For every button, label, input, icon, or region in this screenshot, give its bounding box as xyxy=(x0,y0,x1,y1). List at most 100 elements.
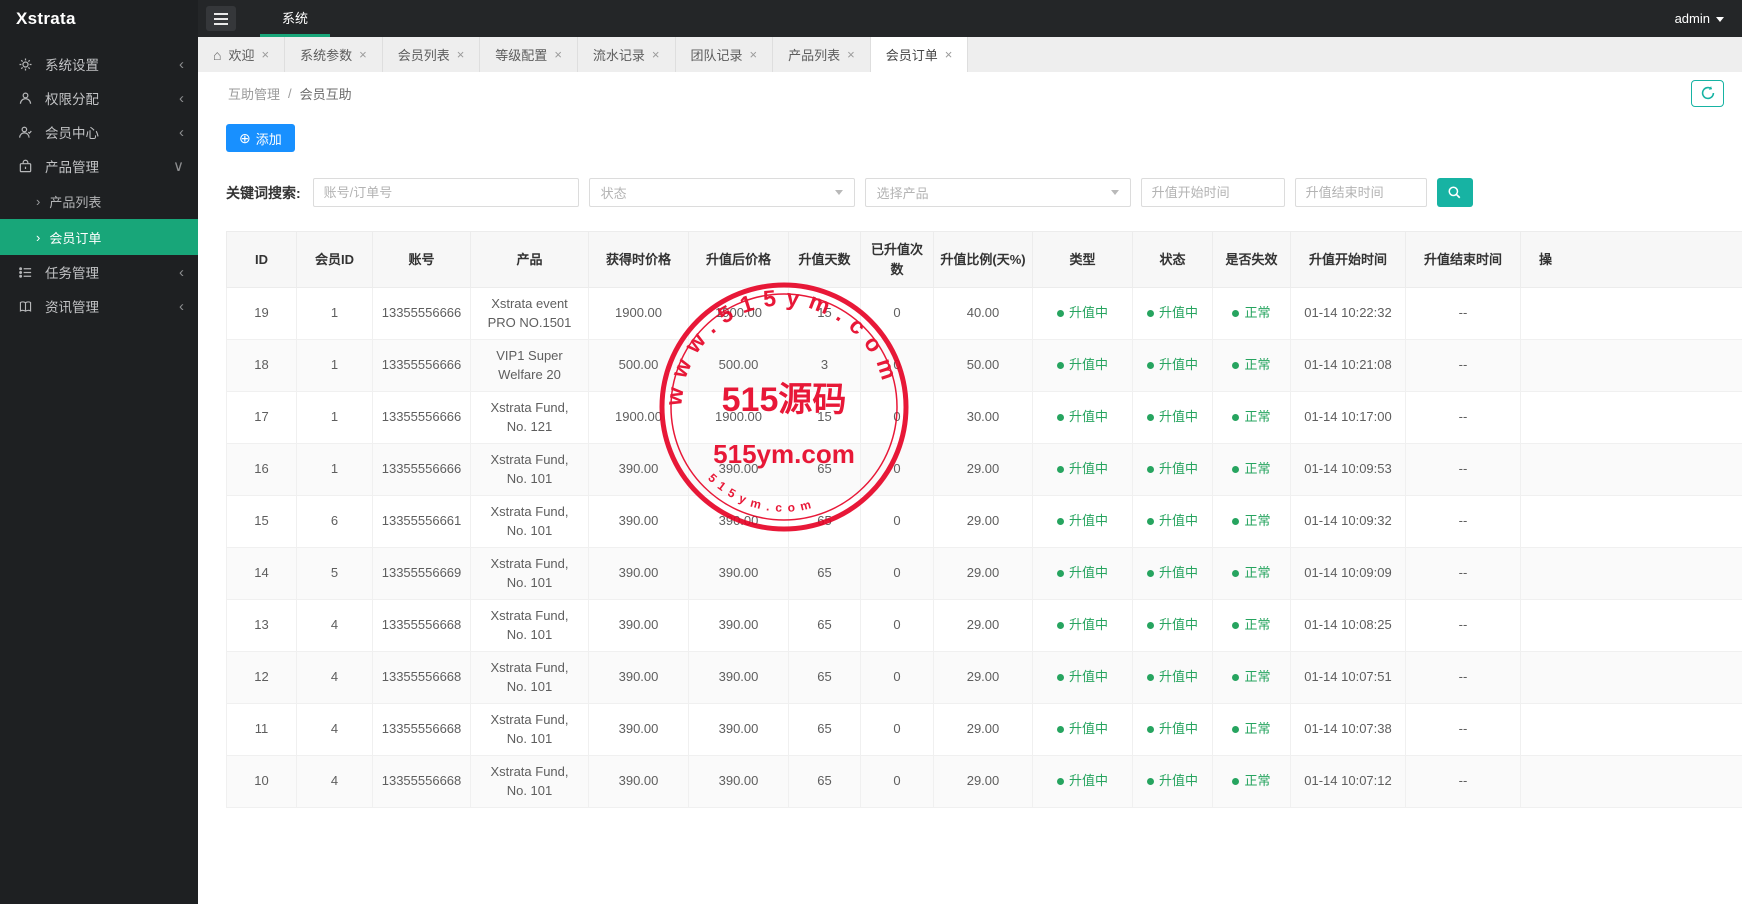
order-id: 15 xyxy=(226,495,297,548)
breadcrumb-item[interactable]: 互助管理 xyxy=(228,84,280,103)
appreciation-days: 15 xyxy=(788,287,861,340)
operations xyxy=(1520,287,1742,340)
green-dot-icon xyxy=(1232,674,1240,682)
green-dot-icon xyxy=(1146,362,1154,370)
product-name: Xstrata Fund, No. 101 xyxy=(470,599,589,652)
status-badge: 升值中 xyxy=(1132,599,1213,652)
tab-1[interactable]: 系统参数 × xyxy=(285,37,383,72)
account: 13355556661 xyxy=(372,495,471,548)
user-menu[interactable]: admin xyxy=(1675,11,1724,26)
sidebar-item-label: 权限分配 xyxy=(45,92,99,107)
chevron-left-icon: ‹ xyxy=(179,89,184,107)
status-select[interactable]: 状态 xyxy=(588,178,855,207)
topnav-system[interactable]: 系统 xyxy=(260,0,331,37)
add-button[interactable]: ⊕ 添加 xyxy=(226,124,295,152)
start-time-input[interactable] xyxy=(1140,178,1285,207)
tab-label: 等级配置 xyxy=(495,48,548,63)
sidebar-item-2[interactable]: 会员中心 ‹ xyxy=(0,115,198,149)
tab-close-icon[interactable]: × xyxy=(457,47,465,62)
member-id: 1 xyxy=(296,339,373,392)
green-dot-icon xyxy=(1056,622,1064,630)
tab-0[interactable]: ⌂ 欢迎 × xyxy=(198,37,286,72)
appreciation-times: 0 xyxy=(860,339,934,392)
order-row-15: 15 6 13355556661 Xstrata Fund, No. 101 390.0… xyxy=(226,495,1742,548)
order-id: 19 xyxy=(226,287,297,340)
start-time: 01-14 10:09:53 xyxy=(1290,443,1406,496)
caret-down-icon xyxy=(1716,17,1724,22)
status-badge: 升值中 xyxy=(1132,287,1213,340)
type-badge: 升值中 xyxy=(1032,495,1133,548)
sidebar-subitem-3-0[interactable]: › 产品列表 xyxy=(0,183,198,219)
sidebar-item-0[interactable]: 系统设置 ‹ xyxy=(0,47,198,81)
page-content: ⊕ 添加 关键词搜索: 状态 选择产品 xyxy=(198,114,1742,904)
submenu-arrow-icon: › xyxy=(36,193,41,209)
sidebar-item-4[interactable]: 任务管理 ‹ xyxy=(0,255,198,289)
tab-close-icon[interactable]: × xyxy=(261,47,269,62)
chevron-left-icon: ‹ xyxy=(179,297,184,315)
price-acquired: 390.00 xyxy=(588,651,689,704)
order-id: 11 xyxy=(226,703,297,756)
tab-6[interactable]: 产品列表 × xyxy=(773,37,871,72)
tab-label: 会员列表 xyxy=(397,48,450,63)
tab-4[interactable]: 流水记录 × xyxy=(578,37,676,72)
tab-3[interactable]: 等级配置 × xyxy=(480,37,578,72)
status-badge-label: 升值中 xyxy=(1158,305,1198,321)
product-name: Xstrata event PRO NO.1501 xyxy=(470,287,589,340)
chevron-down-icon xyxy=(834,190,843,195)
appreciation-ratio: 29.00 xyxy=(933,703,1033,756)
tab-close-icon[interactable]: × xyxy=(750,47,758,62)
valid-badge-label: 正常 xyxy=(1244,305,1271,321)
status-badge-label: 升值中 xyxy=(1158,773,1198,789)
search-button[interactable] xyxy=(1436,178,1473,207)
sidebar-item-1[interactable]: 权限分配 ‹ xyxy=(0,81,198,115)
product-icon xyxy=(18,159,40,174)
type-badge-label: 升值中 xyxy=(1068,461,1108,477)
green-dot-icon xyxy=(1146,414,1154,422)
tab-close-icon[interactable]: × xyxy=(359,47,367,62)
appreciation-times: 0 xyxy=(860,755,934,808)
product-select[interactable]: 选择产品 xyxy=(864,178,1131,207)
valid-badge: 正常 xyxy=(1212,599,1291,652)
keyword-input[interactable] xyxy=(312,178,579,207)
tabbar: ⌂ 欢迎 × 系统参数 × 会员列表 × 等级配置 × 流水记录 × 团队记录 × 产品列表 × 会员订单 × xyxy=(198,37,1742,72)
end-time: -- xyxy=(1405,391,1521,444)
tab-7[interactable]: 会员订单 × xyxy=(870,37,969,72)
sidebar-item-label: 系统设置 xyxy=(45,58,99,73)
type-badge: 升值中 xyxy=(1032,443,1133,496)
valid-badge: 正常 xyxy=(1212,651,1291,704)
submenu-arrow-icon: › xyxy=(36,229,41,245)
hamburger-menu-icon[interactable] xyxy=(206,6,236,31)
end-time: -- xyxy=(1405,599,1521,652)
order-row-10: 10 4 13355556668 Xstrata Fund, No. 101 390.0… xyxy=(226,755,1742,808)
app-root: Xstrata 系统设置 ‹ 权限分配 ‹ 会员中心 ‹ 产品管理 ∨ › 产品列表 › 会员订单 任务… xyxy=(0,0,1742,904)
start-time: 01-14 10:09:09 xyxy=(1290,547,1406,600)
green-dot-icon xyxy=(1232,726,1240,734)
order-row-18: 18 1 13355556666 VIP1 Super Welfare 20 500.0… xyxy=(226,339,1742,392)
status-badge-label: 升值中 xyxy=(1158,461,1198,477)
product-name: VIP1 Super Welfare 20 xyxy=(470,339,589,392)
member-id: 1 xyxy=(296,443,373,496)
account: 13355556668 xyxy=(372,599,471,652)
refresh-icon xyxy=(1701,86,1714,100)
operations xyxy=(1520,651,1742,704)
order-row-12: 12 4 13355556668 Xstrata Fund, No. 101 390.0… xyxy=(226,651,1742,704)
tab-5[interactable]: 团队记录 × xyxy=(676,37,774,72)
end-time-input[interactable] xyxy=(1294,178,1427,207)
valid-badge-label: 正常 xyxy=(1244,565,1271,581)
username: admin xyxy=(1674,11,1710,26)
tab-close-icon[interactable]: × xyxy=(945,47,953,62)
sidebar-subitem-3-1[interactable]: › 会员订单 xyxy=(0,219,198,255)
refresh-button[interactable] xyxy=(1691,79,1724,107)
sidebar-item-5[interactable]: 资讯管理 ‹ xyxy=(0,289,198,323)
order-row-13: 13 4 13355556668 Xstrata Fund, No. 101 390.0… xyxy=(226,599,1742,652)
tab-close-icon[interactable]: × xyxy=(652,47,660,62)
sidebar-item-3[interactable]: 产品管理 ∨ xyxy=(0,149,198,183)
green-dot-icon xyxy=(1146,674,1154,682)
tab-close-icon[interactable]: × xyxy=(554,47,562,62)
tab-close-icon[interactable]: × xyxy=(847,47,855,62)
type-badge: 升值中 xyxy=(1032,599,1133,652)
type-badge-label: 升值中 xyxy=(1068,409,1108,425)
tab-label: 产品列表 xyxy=(788,48,841,63)
filter-bar: 关键词搜索: 状态 选择产品 xyxy=(226,178,1742,207)
tab-2[interactable]: 会员列表 × xyxy=(383,37,481,72)
